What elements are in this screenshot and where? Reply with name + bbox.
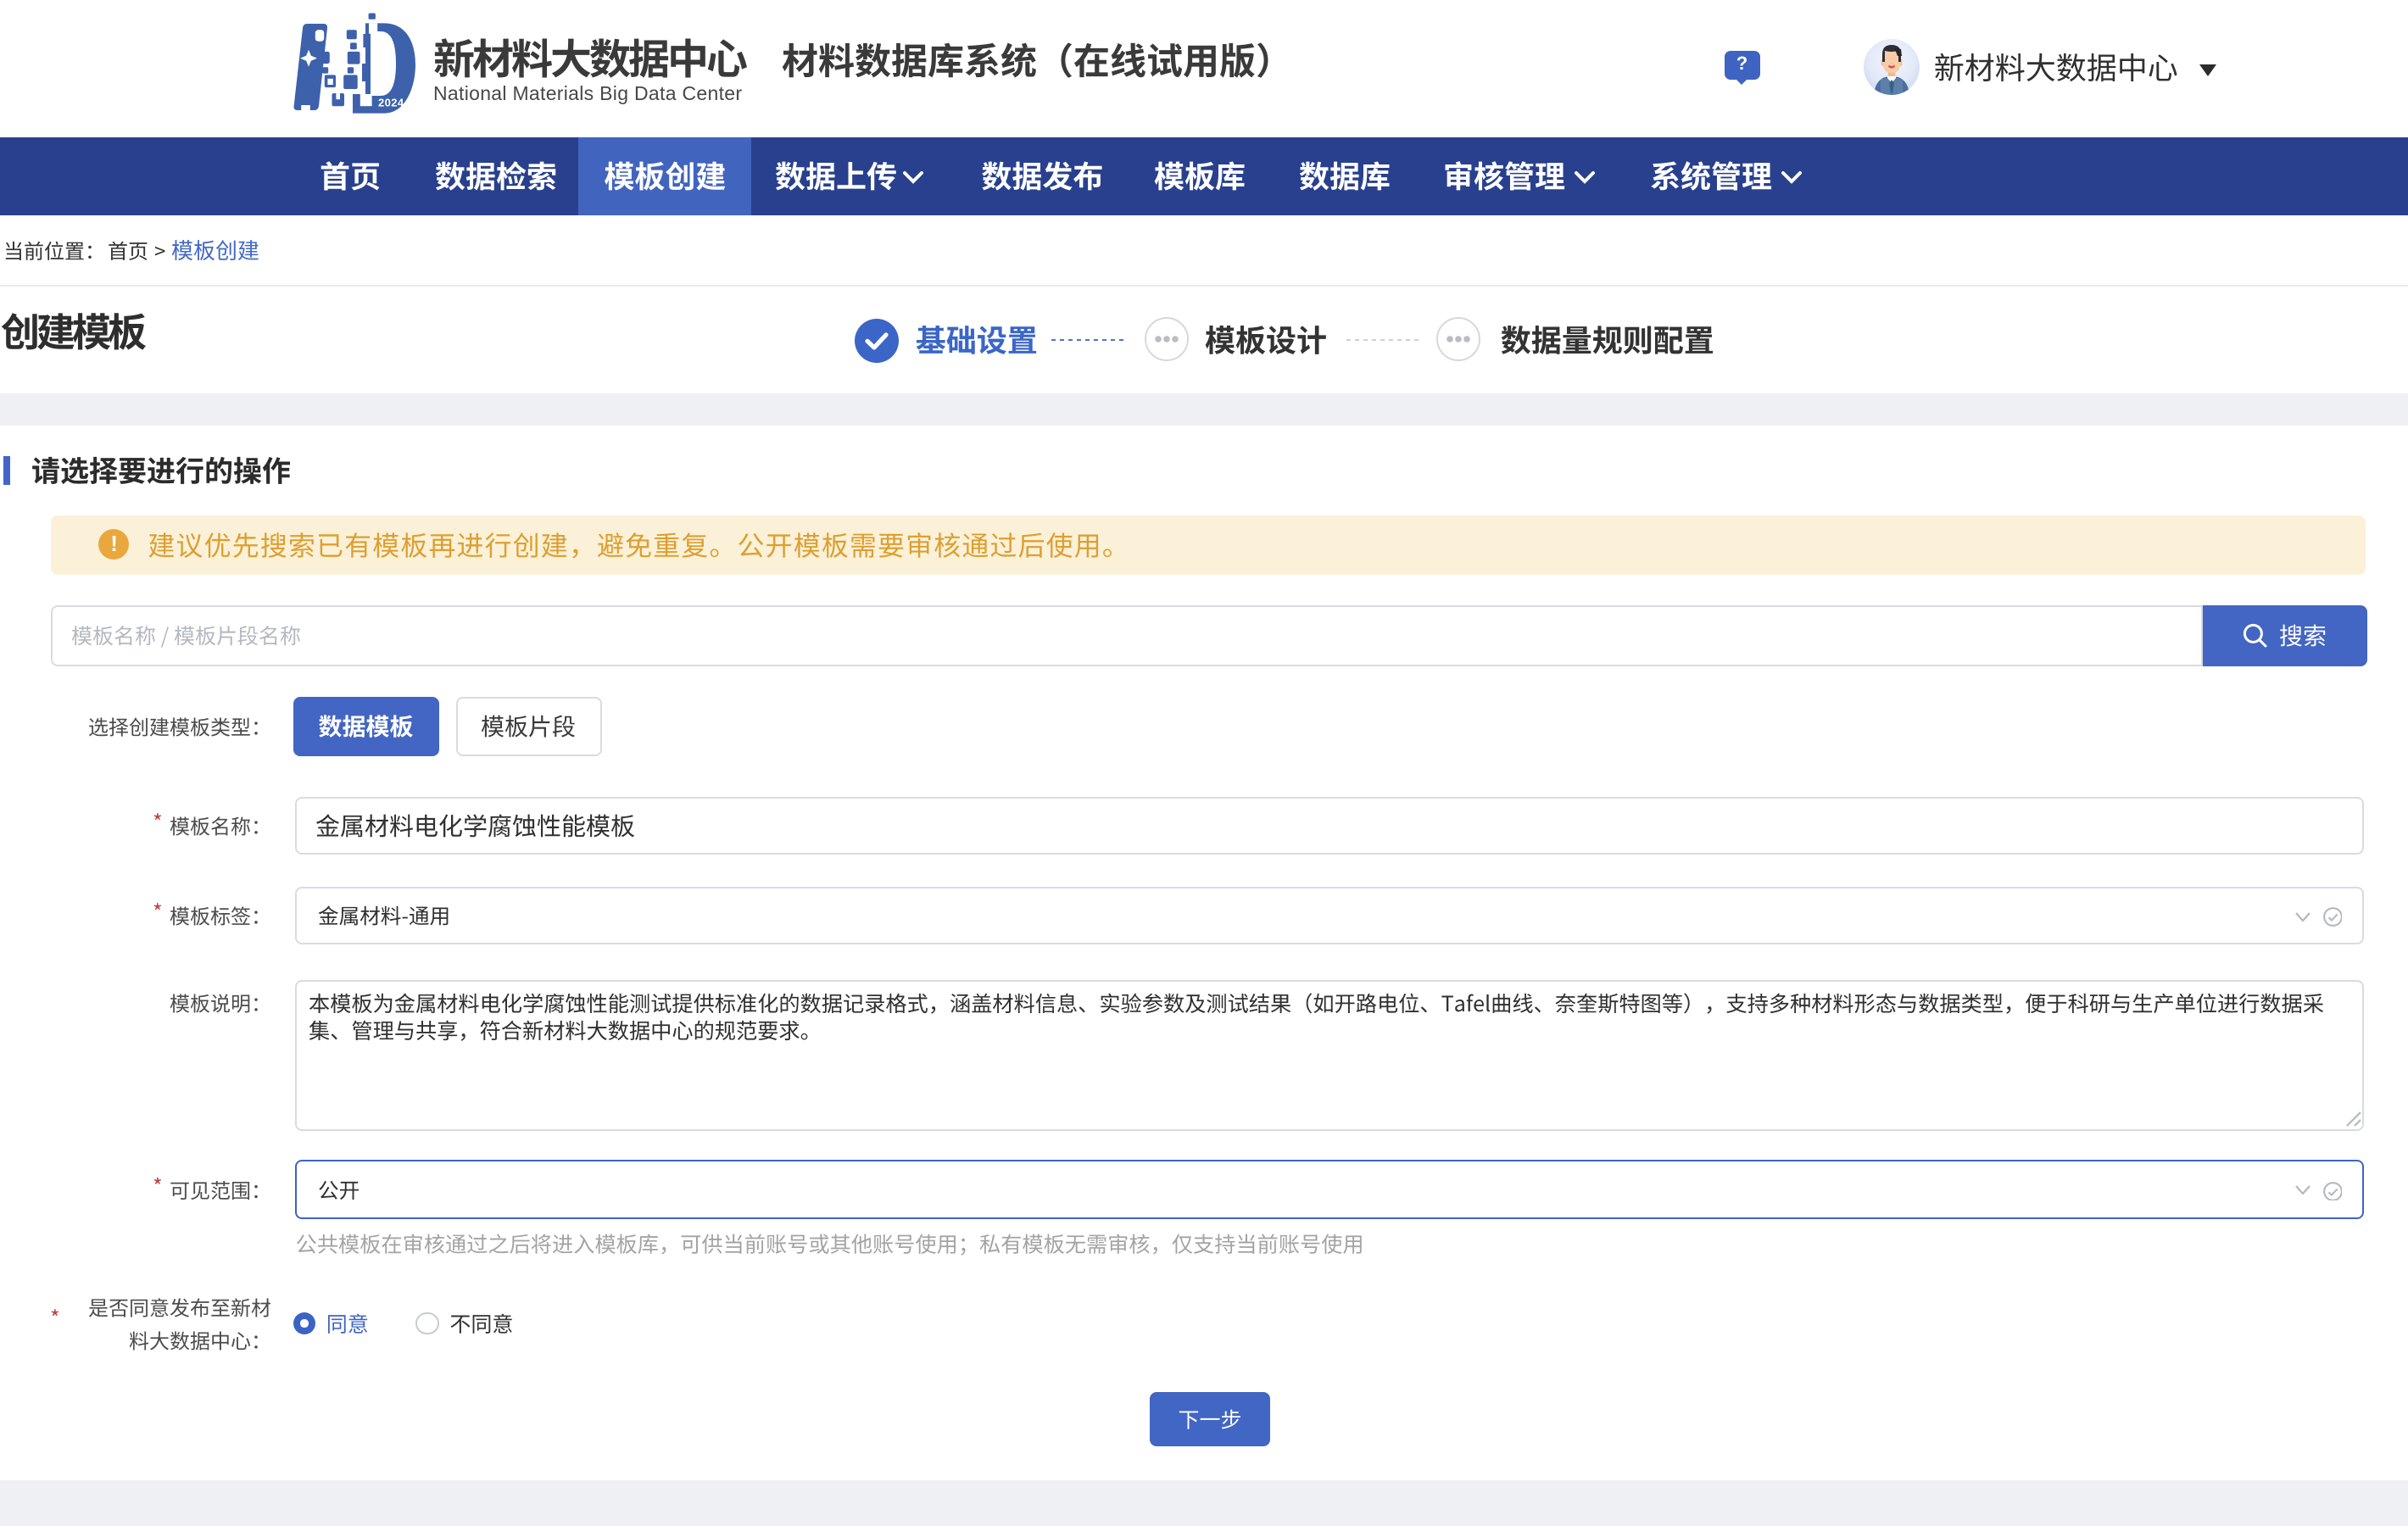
svg-text:2024: 2024 [378,97,404,109]
